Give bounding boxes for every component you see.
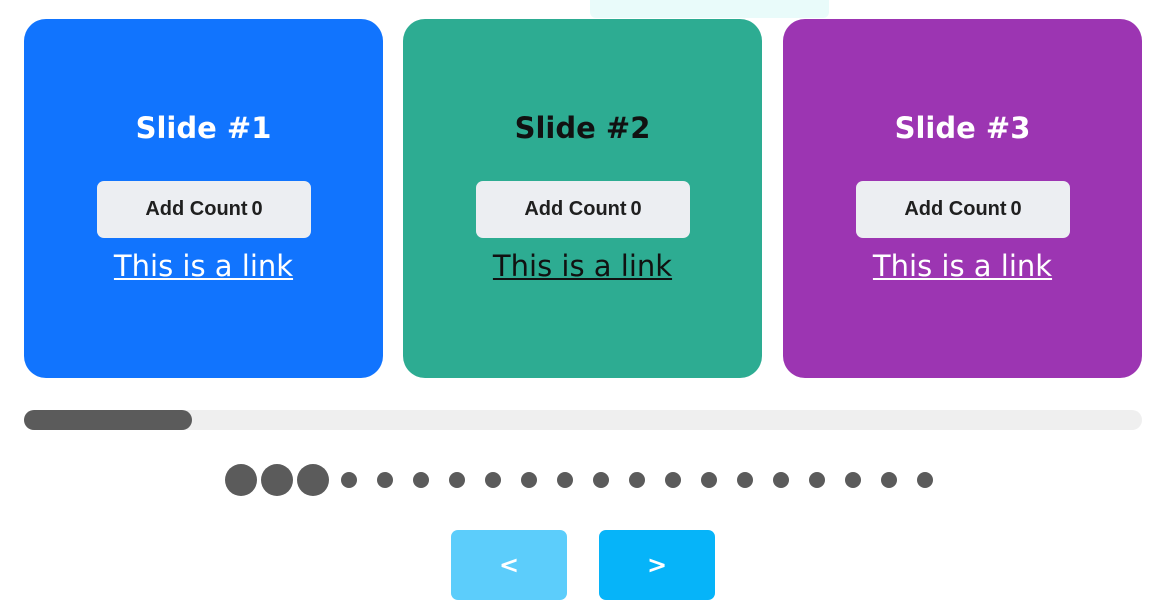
add-count-button[interactable]: Add Count 0 xyxy=(856,181,1070,238)
dot-icon[interactable] xyxy=(413,472,429,488)
dot-icon[interactable] xyxy=(225,464,257,496)
slide-title: Slide #2 xyxy=(514,111,651,145)
slide-title: Slide #1 xyxy=(135,111,272,145)
slide-link[interactable]: This is a link xyxy=(783,247,1142,285)
dot-icon[interactable] xyxy=(485,472,501,488)
dot-icon[interactable] xyxy=(773,472,789,488)
dot-icon[interactable] xyxy=(881,472,897,488)
add-count-label: Add Count xyxy=(145,198,248,220)
add-count-button[interactable]: Add Count 0 xyxy=(97,181,311,238)
progress-bar xyxy=(24,410,1142,430)
dot-icon[interactable] xyxy=(557,472,573,488)
prev-button[interactable]: < xyxy=(451,530,567,600)
dot-icon[interactable] xyxy=(297,464,329,496)
slide-title: Slide #3 xyxy=(894,111,1031,145)
dot-icon[interactable] xyxy=(917,472,933,488)
dot-icon[interactable] xyxy=(809,472,825,488)
count-value: 0 xyxy=(251,198,263,220)
dot-icon[interactable] xyxy=(261,464,293,496)
dot-icon[interactable] xyxy=(629,472,645,488)
dot-icon[interactable] xyxy=(449,472,465,488)
add-count-label: Add Count xyxy=(904,198,1007,220)
dot-icon[interactable] xyxy=(521,472,537,488)
dot-icon[interactable] xyxy=(737,472,753,488)
carousel-page: Slide #1 Add Count 0 This is a link Slide… xyxy=(0,0,1161,608)
slide-2: Slide #2 Add Count 0 This is a link xyxy=(403,19,762,378)
dot-icon[interactable] xyxy=(845,472,861,488)
add-count-label: Add Count xyxy=(524,198,627,220)
pagination-dots xyxy=(0,464,1161,496)
dot-icon[interactable] xyxy=(701,472,717,488)
slide-3: Slide #3 Add Count 0 This is a link xyxy=(783,19,1142,378)
slide-link[interactable]: This is a link xyxy=(403,247,762,285)
slides-viewport: Slide #1 Add Count 0 This is a link Slide… xyxy=(24,19,1142,378)
dot-icon[interactable] xyxy=(665,472,681,488)
slide-link[interactable]: This is a link xyxy=(24,247,383,285)
count-value: 0 xyxy=(630,198,642,220)
dot-icon[interactable] xyxy=(377,472,393,488)
add-count-button[interactable]: Add Count 0 xyxy=(476,181,690,238)
adjacent-slide-peek xyxy=(590,0,829,18)
dot-icon[interactable] xyxy=(593,472,609,488)
slide-1: Slide #1 Add Count 0 This is a link xyxy=(24,19,383,378)
next-button[interactable]: > xyxy=(599,530,715,600)
progress-bar-fill xyxy=(24,410,192,430)
dot-icon[interactable] xyxy=(341,472,357,488)
count-value: 0 xyxy=(1010,198,1022,220)
